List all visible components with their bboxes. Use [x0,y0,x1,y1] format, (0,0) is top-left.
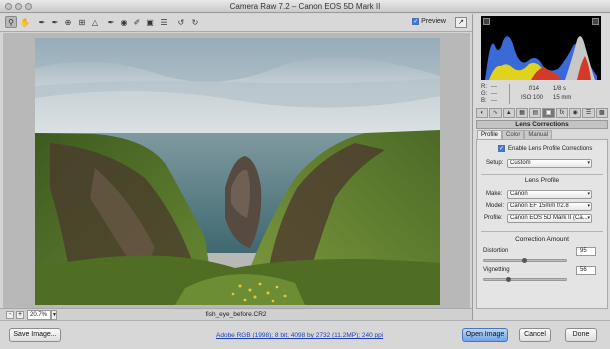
tab-profile[interactable]: Profile [477,130,503,139]
info-divider [509,84,510,104]
status-bar: - + 20.7% ▼ fish_eye_before.CR2 [0,308,472,320]
rotate-left-icon[interactable]: ↺ [175,16,187,28]
shadow-clipping-icon[interactable] [483,18,490,25]
lens-corrections-tab-icon[interactable]: ▣ [542,108,555,118]
spot-removal-icon[interactable]: ✒ [105,16,117,28]
make-select[interactable]: Canon ▾ [507,190,592,199]
model-label: Model: [486,203,505,209]
panel-tabs: ◐ ∿ ▲ ▦ ▤ ▣ fx ◉ ☰ ▩ [476,108,608,119]
focal-length: 15 mm [553,95,572,101]
cancel-button[interactable]: Cancel [519,328,551,342]
b-value: --- [491,98,497,104]
distortion-value[interactable]: 95 [576,247,596,256]
lens-profile-heading: Lens Profile [524,177,560,184]
aperture: f/14 [529,86,540,92]
camera-calibration-tab-icon[interactable]: ◉ [569,108,582,118]
image-canvas [3,33,470,308]
done-button[interactable]: Done [565,328,597,342]
panel-title: Lens Corrections [476,120,608,129]
setup-label: Setup: [486,160,504,166]
snapshots-tab-icon[interactable]: ▩ [595,108,608,118]
profile-label: Profile: [484,215,503,221]
white-balance-icon[interactable]: ✒ [36,16,48,28]
detail-tab-icon[interactable]: ▲ [502,108,515,118]
chevron-down-icon: ▾ [587,215,590,221]
save-image-button[interactable]: Save Image... [9,328,61,342]
workflow-options-link[interactable]: Adobe RGB (1998); 8 bit; 4098 by 2732 (1… [216,332,383,339]
target-adjust-icon[interactable]: ⊕ [62,16,74,28]
adjustments-panel: R: G: B: --- --- --- f/14 1/8 s ISO 100 … [472,14,610,320]
enable-profile-checkbox[interactable]: ✓ [498,145,505,152]
r-label: R: [481,84,487,90]
chevron-down-icon: ▾ [587,191,590,197]
window-title: Camera Raw 7.2 – Canon EOS 5D Mark II [229,2,381,11]
distortion-slider-thumb[interactable] [521,258,527,263]
iso: ISO 100 [521,95,544,101]
rotate-right-icon[interactable]: ↻ [189,16,201,28]
split-toning-tab-icon[interactable]: ▤ [529,108,542,118]
red-eye-icon[interactable]: ◉ [118,16,130,28]
preview-toggle[interactable]: ✓ Preview [412,18,446,25]
tab-manual[interactable]: Manual [524,130,553,139]
open-image-button[interactable]: Open Image [462,328,508,342]
camera-info: R: G: B: --- --- --- f/14 1/8 s ISO 100 … [473,82,610,108]
setup-select[interactable]: Custom ▾ [507,159,592,168]
zoom-icon[interactable]: ⚲ [5,16,17,28]
graduated-filter-icon[interactable]: ▣ [144,16,156,28]
divider [481,174,603,175]
straighten-icon[interactable]: △ [89,16,101,28]
lens-subtabs: Profile Color Manual [477,130,553,139]
effects-tab-icon[interactable]: fx [555,108,569,118]
enable-profile-label: Enable Lens Profile Corrections [508,146,593,152]
preview-checkbox[interactable]: ✓ [412,18,420,25]
vignetting-slider[interactable] [483,277,567,282]
make-value: Canon [510,191,528,197]
tab-color[interactable]: Color [502,130,525,139]
vignetting-value[interactable]: 56 [576,266,596,275]
shutter-speed: 1/8 s [553,86,567,92]
toolbar: ⚲ ✋ ✒ ✒ ⊕ ⊞ △ ✒ ◉ ✐ ▣ ☰ ↺ ↻ ✓ Preview ↗ [0,14,472,32]
distortion-slider[interactable] [483,258,567,263]
vignetting-slider-thumb[interactable] [505,277,511,282]
presets-tab-icon[interactable]: ☰ [582,108,595,118]
bottom-bar: Save Image... Adobe RGB (1998); 8 bit; 4… [0,320,610,349]
photo-preview [35,38,440,305]
preview-label: Preview [421,18,446,25]
divider [481,231,603,232]
chevron-down-icon: ▾ [587,203,590,209]
profile-value: Canon EOS 5D Mark II (Ca... [510,215,588,221]
highlight-clipping-icon[interactable] [592,18,599,25]
title-bar: Camera Raw 7.2 – Canon EOS 5D Mark II [0,0,610,13]
model-value: Canon EF 15mm f/2.8 [510,203,569,209]
make-label: Make: [486,191,503,197]
b-label: B: [481,98,487,104]
chevron-down-icon: ▾ [587,160,590,166]
g-value: --- [491,91,497,97]
r-value: --- [491,84,497,90]
correction-amount-heading: Correction Amount [515,236,569,243]
color-sampler-icon[interactable]: ✒ [49,16,61,28]
histogram [481,16,601,80]
g-label: G: [481,91,488,97]
file-name: fish_eye_before.CR2 [205,311,267,318]
distortion-label: Distortion [483,248,509,254]
tone-curve-tab-icon[interactable]: ∿ [489,108,502,118]
hand-icon[interactable]: ✋ [19,16,31,28]
setup-value: Custom [510,160,531,166]
fullscreen-icon[interactable]: ↗ [455,17,467,28]
basic-tab-icon[interactable]: ◐ [476,108,489,118]
hsl-tab-icon[interactable]: ▦ [515,108,529,118]
profile-select[interactable]: Canon EOS 5D Mark II (Ca... ▾ [507,214,592,223]
preferences-icon[interactable]: ☰ [158,16,170,28]
vignetting-label: Vignetting [483,267,510,273]
adjustment-brush-icon[interactable]: ✐ [131,16,143,28]
model-select[interactable]: Canon EF 15mm f/2.8 ▾ [507,202,592,211]
lens-profile-body: ✓ Enable Lens Profile Corrections Setup:… [476,139,608,309]
crop-icon[interactable]: ⊞ [76,16,88,28]
